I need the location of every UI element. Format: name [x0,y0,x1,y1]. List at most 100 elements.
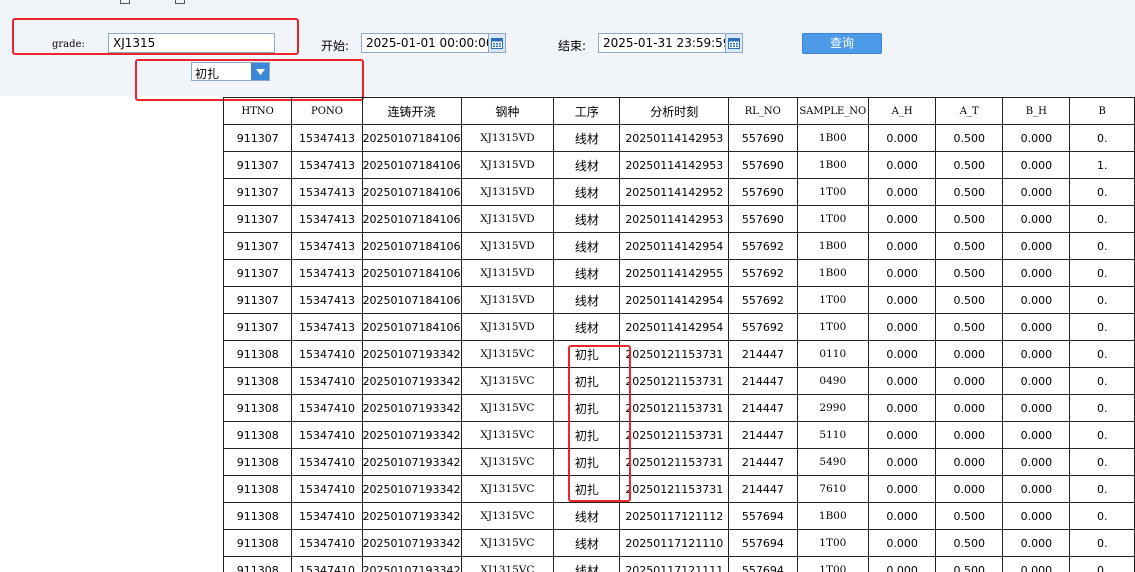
table-cell: 0.500 [935,286,1004,314]
table-cell: 15347413 [291,205,363,233]
table-cell: 0.000 [868,124,937,152]
table-cell: XJ1315VC [460,556,555,572]
table-cell: 15347410 [291,340,363,368]
table-cell: 0.000 [1002,421,1071,449]
highlight-box-grade [12,18,299,55]
table-cell: 557692 [728,232,798,260]
table-cell: 20250121153731 [619,367,730,395]
table-row[interactable]: 911307 15347413 20250107184106 XJ1315VD 线材 20… [223,124,1135,152]
table-row[interactable]: 911307 15347413 20250107184106 XJ1315VD 线材 20… [223,151,1135,179]
table-cell: 0490 [796,367,870,395]
table-row[interactable]: 911308 15347410 20250107193342 XJ1315VC 初扎 20… [223,394,1135,422]
table-row[interactable]: 911307 15347413 20250107184106 XJ1315VD 线材 20… [223,178,1135,206]
table-cell: 911308 [223,421,293,449]
table-cell: 0.000 [868,151,937,179]
table-cell: XJ1315VD [460,286,555,314]
table-row[interactable]: 911308 15347410 20250107193342 XJ1315VC 初扎 20… [223,448,1135,476]
query-button[interactable]: 查询 [802,33,882,54]
table-cell: 20250107184106 [361,205,462,233]
table-cell: 20250114142952 [619,178,730,206]
table-cell: 0.000 [868,394,937,422]
table-cell: 0.000 [1002,340,1071,368]
table-cell: 20250107193342 [361,340,462,368]
table-cell: 7610 [796,475,870,503]
table-row[interactable]: 911307 15347413 20250107184106 XJ1315VD 线材 20… [223,259,1135,287]
table-cell: 557692 [728,286,798,314]
table-cell: 15347410 [291,421,363,449]
start-label: 开始: [321,39,350,53]
table-row[interactable]: 911308 15347410 20250107193342 XJ1315VC 初扎 20… [223,475,1135,503]
table-cell: XJ1315VD [460,178,555,206]
end-calendar-button[interactable] [725,33,743,53]
table-cell: 911308 [223,394,293,422]
column-header[interactable]: B_H [1002,97,1071,125]
table-cell: 0.000 [1002,475,1071,503]
table-cell: 0. [1069,394,1135,422]
table-cell: 20250107193342 [361,421,462,449]
column-header[interactable]: B [1069,97,1135,125]
table-cell: XJ1315VD [460,124,555,152]
table-cell: 0. [1069,124,1135,152]
table-cell: XJ1315VD [460,232,555,260]
table-cell: 557690 [728,178,798,206]
start-calendar-button[interactable] [488,33,506,53]
column-header[interactable]: PONO [291,97,363,125]
table-cell: XJ1315VC [460,502,555,530]
table-cell: 0.000 [1002,205,1071,233]
table-row[interactable]: 911308 15347410 20250107193342 XJ1315VC 初扎 20… [223,421,1135,449]
table-row[interactable]: 911307 15347413 20250107184106 XJ1315VD 线材 20… [223,313,1135,341]
toolbar-doc-icon[interactable] [120,0,130,4]
table-cell: 20250121153731 [619,340,730,368]
table-row[interactable]: 911307 15347413 20250107184106 XJ1315VD 线材 20… [223,205,1135,233]
top-toolbar-strip [0,0,1135,8]
column-header[interactable]: A_T [935,97,1004,125]
table-cell: 线材 [553,124,621,152]
toolbar-page-icon[interactable] [175,0,185,4]
table-cell: XJ1315VC [460,421,555,449]
data-grid: HTNO PONO 连铸开浇 钢种 工序 分析时刻 RL_NO SAMPLE_NO A_H A_T… [223,97,1135,572]
table-cell: 1B00 [796,502,870,530]
highlight-box-process-select [135,59,364,101]
table-cell: 0.000 [935,475,1004,503]
table-row[interactable]: 911308 15347410 20250107193342 XJ1315VC 初扎 20… [223,367,1135,395]
table-row[interactable]: 911307 15347413 20250107184106 XJ1315VD 线材 20… [223,232,1135,260]
column-header[interactable]: 工序 [553,97,621,125]
end-date-input[interactable]: 2025-01-31 23:59:59 [598,33,726,53]
table-row[interactable]: 911308 15347410 20250107193342 XJ1315VC 线材 20… [223,556,1135,572]
table-row[interactable]: 911308 15347410 20250107193342 XJ1315VC 线材 20… [223,502,1135,530]
column-header[interactable]: A_H [868,97,937,125]
table-cell: 20250121153731 [619,421,730,449]
table-header-row: HTNO PONO 连铸开浇 钢种 工序 分析时刻 RL_NO SAMPLE_NO A_H A_T… [223,97,1135,125]
column-header[interactable]: 分析时刻 [619,97,730,125]
table-cell: 0. [1069,367,1135,395]
table-cell: 5490 [796,448,870,476]
table-cell: 0.500 [935,232,1004,260]
table-cell: 0.000 [868,178,937,206]
table-cell: 0.000 [1002,448,1071,476]
table-cell: 20250114142953 [619,124,730,152]
table-row[interactable]: 911308 15347410 20250107193342 XJ1315VC 线材 20… [223,529,1135,557]
column-header[interactable]: 钢种 [460,97,555,125]
column-header[interactable]: SAMPLE_NO [796,97,870,125]
column-header[interactable]: 连铸开浇 [361,97,462,125]
table-cell: 0. [1069,448,1135,476]
calendar-icon [491,38,503,49]
table-row[interactable]: 911307 15347413 20250107184106 XJ1315VD 线材 20… [223,286,1135,314]
table-cell: XJ1315VC [460,367,555,395]
table-cell: 20250117121112 [619,502,730,530]
table-cell: 0.000 [1002,286,1071,314]
table-cell: 20250107193342 [361,556,462,572]
table-cell: 15347410 [291,502,363,530]
table-row[interactable]: 911308 15347410 20250107193342 XJ1315VC 初扎 20… [223,340,1135,368]
start-date-input[interactable]: 2025-01-01 00:00:00 [361,33,489,53]
table-cell: 214447 [728,340,798,368]
table-cell: 15347413 [291,286,363,314]
table-cell: 15347413 [291,151,363,179]
column-header[interactable]: RL_NO [728,97,798,125]
table-cell: 20250107193342 [361,448,462,476]
table-cell: 20250117121111 [619,556,730,572]
table-cell: 线材 [553,178,621,206]
table-cell: 线材 [553,151,621,179]
column-header[interactable]: HTNO [223,97,293,125]
table-cell: 20250107184106 [361,151,462,179]
